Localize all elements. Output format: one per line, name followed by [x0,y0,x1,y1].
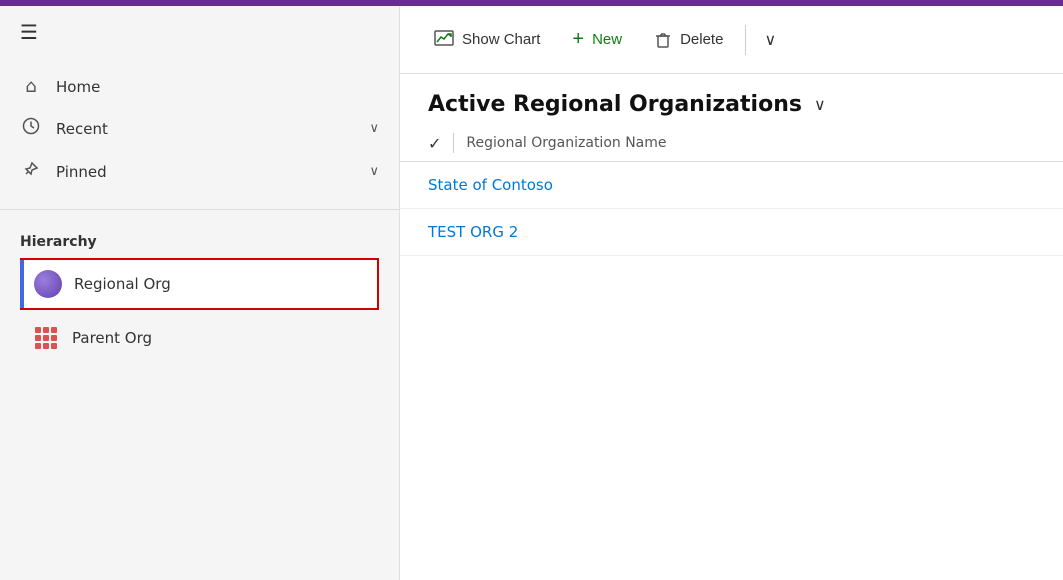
pin-icon [20,160,42,183]
home-icon: ⌂ [20,76,42,97]
new-button[interactable]: + New [558,20,636,59]
row-link-2[interactable]: TEST ORG 2 [428,223,518,241]
show-chart-label: Show Chart [462,31,540,48]
more-options-button[interactable]: ∨ [754,22,786,58]
row-link-1[interactable]: State of Contoso [428,176,553,194]
parent-org-icon [32,324,60,352]
sidebar-item-recent[interactable]: Recent ∨ [0,107,399,150]
list-title-chevron-icon[interactable]: ∨ [814,95,826,114]
sidebar-item-pinned-label: Pinned [56,163,355,181]
main-content: Show Chart + New Delete [400,6,1063,580]
sidebar-item-recent-label: Recent [56,120,355,138]
hierarchy-item-parent-org[interactable]: Parent Org [20,314,379,362]
sidebar-item-home[interactable]: ⌂ Home [0,66,399,107]
toolbar-separator [745,25,746,55]
sidebar-item-pinned[interactable]: Pinned ∨ [0,150,399,193]
regional-org-icon [34,270,62,298]
table-row[interactable]: State of Contoso [400,162,1063,209]
list-header: Active Regional Organizations ∨ [400,74,1063,125]
plus-icon: + [572,28,584,51]
sidebar: ☰ ⌂ Home Recent ∨ [0,6,400,580]
column-separator [453,133,454,153]
sidebar-nav: ⌂ Home Recent ∨ [0,58,399,201]
column-header-name: Regional Organization Name [466,135,666,151]
hierarchy-section: Hierarchy Regional Org Parent Org [0,218,399,370]
chevron-down-icon: ∨ [764,30,776,50]
sidebar-header: ☰ [0,6,399,58]
delete-button[interactable]: Delete [640,23,737,57]
column-header-row: ✓ Regional Organization Name [400,125,1063,162]
sidebar-item-home-label: Home [56,78,379,96]
chart-icon [434,30,454,50]
pinned-chevron-icon: ∨ [369,164,379,179]
hierarchy-item-parent-org-label: Parent Org [72,329,152,347]
hamburger-menu-icon[interactable]: ☰ [20,22,38,42]
hierarchy-item-regional-org[interactable]: Regional Org [20,258,379,310]
toolbar: Show Chart + New Delete [400,6,1063,74]
app-layout: ☰ ⌂ Home Recent ∨ [0,6,1063,580]
check-icon: ✓ [428,134,441,153]
delete-label: Delete [680,31,723,48]
list-title: Active Regional Organizations [428,92,802,117]
recent-chevron-icon: ∨ [369,121,379,136]
new-label: New [592,31,622,48]
hierarchy-label: Hierarchy [20,234,379,250]
table-row[interactable]: TEST ORG 2 [400,209,1063,256]
clock-icon [20,117,42,140]
show-chart-button[interactable]: Show Chart [420,22,554,58]
trash-icon [654,31,672,49]
hierarchy-item-regional-org-label: Regional Org [74,275,171,293]
sidebar-divider [0,209,399,210]
